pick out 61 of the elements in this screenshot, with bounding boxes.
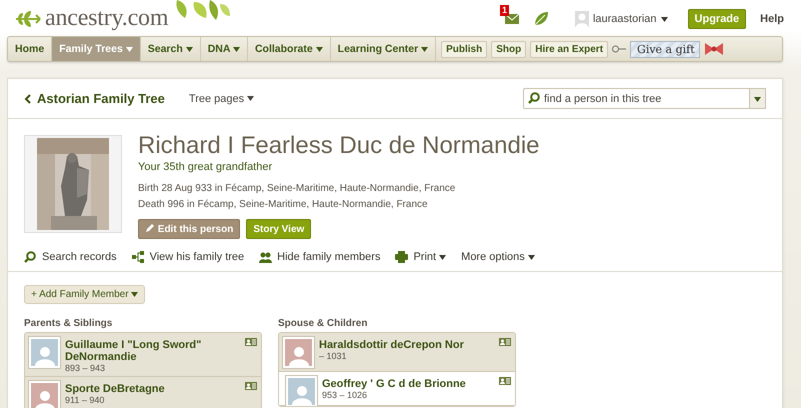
bow-icon [704,42,724,56]
caret-icon [528,254,535,260]
menu-link[interactable]: More options [461,251,535,263]
section-title: Parents & Siblings [24,318,114,329]
caret-icon [660,16,668,22]
relationship-text: Your 35th great grandfather [138,161,274,173]
avatar-icon [574,11,589,27]
tree-chart-icon [132,251,145,263]
help-link[interactable]: Help [760,13,784,25]
dropdown-button[interactable] [749,88,766,109]
member-years: 893 – 943 [65,363,106,374]
member-years: – 1031 [319,351,348,362]
caret-icon [754,96,761,102]
nav-button[interactable]: Hire an Expert [530,40,608,58]
caret-icon [247,96,254,102]
user-menu[interactable]: lauraastorian [592,13,657,25]
gift-button[interactable]: Give a gift [630,40,700,58]
logo-wordmark[interactable]: ancestry.com [45,5,168,32]
family-member-card[interactable]: Guillaume I "Long Sword" DeNormandie 893 – 943 [25,333,261,377]
leaf-icon [532,11,549,27]
menu-link[interactable]: Print [413,251,446,263]
person-search-field[interactable]: find a person in this tree [523,88,749,109]
profile-card-icon [245,338,257,346]
caret-icon [439,254,446,260]
nav-tab[interactable]: Learning Center [330,37,436,61]
section-title: Spouse & Children [278,318,368,329]
add-family-member-button[interactable]: + Add Family Member [24,285,146,304]
life-event-text: Birth 28 Aug 933 in Fécamp, Seine-Maritime, Haute-Normandie, France [138,182,456,196]
family-member-card[interactable]: Sporte DeBretagne 911 – 940 [25,377,261,408]
member-name: Guillaume I "Long Sword" DeNormandie [65,339,202,363]
people-icon [259,251,272,263]
action-link[interactable]: Search records [42,251,117,263]
chevron-left-icon [24,94,31,104]
caret-icon [131,292,138,297]
family-member-card[interactable]: Haraldsdottir deCrepon Nor – 1031 [279,333,515,372]
profile-card-icon [499,377,511,385]
member-name: Sporte DeBretagne [65,383,166,395]
nav-button[interactable]: Publish [441,40,488,58]
family-member-card[interactable]: Geoffrey ' G C d de Brionne 953 – 1026 [279,372,515,406]
mail-icon [504,14,519,24]
action-link[interactable]: View his family tree [150,251,244,263]
member-name: Haraldsdottir deCrepon Nor [319,339,465,351]
key-ring-icon [612,45,626,53]
action-link[interactable]: Hide family members [277,251,380,263]
search-icon [24,251,37,263]
search-icon [528,92,540,104]
member-name: Geoffrey ' G C d de Brionne [322,378,467,390]
tree-pages-menu[interactable]: Tree pages [182,92,260,106]
member-years: 953 – 1026 [322,390,368,401]
pencil-icon [145,223,155,233]
nav-tab[interactable]: Collaborate [248,37,331,61]
member-years: 911 – 940 [65,395,106,406]
person-name: Richard I Fearless Duc de Normandie [138,133,540,159]
tree-title-link[interactable]: Astorian Family Tree [37,91,165,106]
profile-card-icon [245,382,257,390]
nav-tab[interactable]: Search [140,37,201,61]
nav-tab[interactable]: DNA [200,37,248,61]
nav-button[interactable]: Shop [491,40,526,58]
message-count-badge: 1 [500,5,509,16]
profile-card-icon [499,338,511,346]
life-event-text: Death 996 in Fécamp, Seine-Maritime, Haute-Normandie, France [138,198,429,212]
